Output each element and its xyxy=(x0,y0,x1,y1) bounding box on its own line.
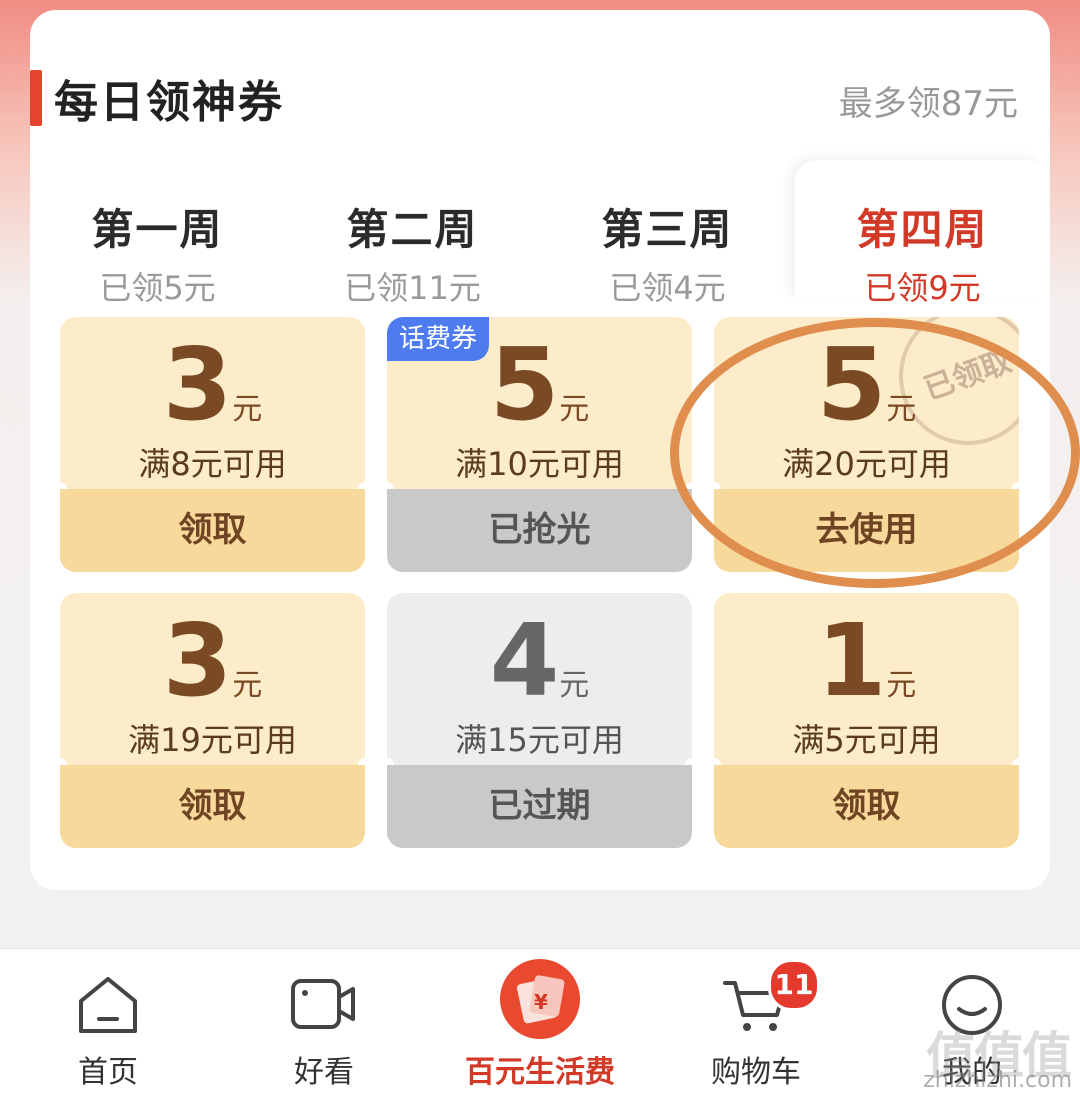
coupon-amount: 1元 xyxy=(816,602,917,719)
coupon-condition: 满15元可用 xyxy=(455,721,624,759)
coupon-condition: 满5元可用 xyxy=(792,721,941,759)
coupon-condition: 满8元可用 xyxy=(138,445,287,483)
nav-item-video[interactable]: 好看 xyxy=(216,949,432,1100)
title-accent-bar xyxy=(30,70,42,126)
expired-button: 已过期 xyxy=(387,765,692,848)
tab-week-claimed: 已领4元 xyxy=(609,269,726,307)
coupon-item: 3元 满19元可用 领取 xyxy=(60,593,365,848)
nav-item-cart[interactable]: 11 购物车 xyxy=(648,949,864,1100)
tab-week-claimed: 已领11元 xyxy=(344,269,481,307)
tab-week-claimed: 已领5元 xyxy=(99,269,216,307)
home-icon xyxy=(79,977,137,1033)
coupon-condition: 满20元可用 xyxy=(782,445,951,483)
tab-week-label: 第三周 xyxy=(601,205,734,254)
tab-week-claimed: 已领9元 xyxy=(864,269,981,307)
tab-week-label: 第四周 xyxy=(856,205,989,254)
coupon-amount: 5元 xyxy=(816,326,917,443)
svg-text:¥: ¥ xyxy=(534,990,548,1014)
use-button[interactable]: 去使用 xyxy=(714,489,1019,572)
tab-week-label: 第二周 xyxy=(346,205,479,254)
coupon-condition: 满10元可用 xyxy=(455,445,624,483)
tab-week-2[interactable]: 第二周 已领11元 xyxy=(285,160,540,307)
coupon-condition: 满19元可用 xyxy=(128,721,297,759)
tab-week-3[interactable]: 第三周 已领4元 xyxy=(540,160,795,307)
coupon-amount: 4元 xyxy=(489,602,590,719)
video-icon xyxy=(291,979,355,1029)
coupon-item: 已领取 5元 满20元可用 去使用 xyxy=(714,317,1019,572)
tab-week-label: 第一周 xyxy=(91,205,224,254)
nav-label: 购物车 xyxy=(711,1055,801,1090)
coupon-amount: 3元 xyxy=(162,326,263,443)
coupon-amount: 3元 xyxy=(162,602,263,719)
coupon-amount: 5元 xyxy=(489,326,590,443)
nav-label: 百元生活费 xyxy=(465,1055,615,1090)
bottom-nav: 首页 好看 ¥ 百元生活费 11 购物车 我的 xyxy=(0,948,1080,1100)
red-envelope-icon: ¥ xyxy=(500,959,580,1039)
claim-button[interactable]: 领取 xyxy=(60,765,365,848)
nav-item-living-expense[interactable]: ¥ 百元生活费 xyxy=(432,949,648,1100)
coupon-item: 话费券 5元 满10元可用 已抢光 xyxy=(387,317,692,572)
cart-badge: 11 xyxy=(768,959,820,1011)
max-amount-text: 最多领87元 xyxy=(838,84,1018,124)
tab-week-4[interactable]: 第四周 已领9元 xyxy=(795,160,1050,307)
nav-label: 好看 xyxy=(294,1055,354,1090)
coupon-item: 3元 满8元可用 领取 xyxy=(60,317,365,572)
coupon-item: 1元 满5元可用 领取 xyxy=(714,593,1019,848)
tab-week-1[interactable]: 第一周 已领5元 xyxy=(30,160,285,307)
week-tabs: 第一周 已领5元 第二周 已领11元 第三周 已领4元 第四周 已领9元 xyxy=(30,160,1050,307)
nav-label: 首页 xyxy=(78,1055,138,1090)
sold-out-button: 已抢光 xyxy=(387,489,692,572)
page-title: 每日领神券 xyxy=(54,77,284,128)
claim-button[interactable]: 领取 xyxy=(714,765,1019,848)
nav-item-home[interactable]: 首页 xyxy=(0,949,216,1100)
claim-button[interactable]: 领取 xyxy=(60,489,365,572)
coupon-item: 4元 满15元可用 已过期 xyxy=(387,593,692,848)
watermark-text: zhizhizhi.com xyxy=(923,1068,1072,1093)
